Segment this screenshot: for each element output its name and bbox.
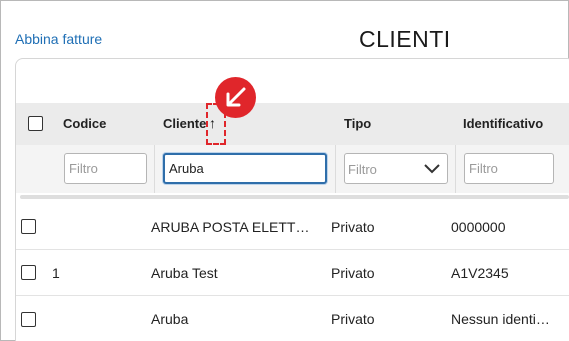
cell-tipo: Privato bbox=[331, 311, 375, 327]
arrow-down-left-icon bbox=[226, 87, 246, 107]
cell-tipo: Privato bbox=[331, 219, 375, 235]
cell-cliente: ARUBA POSTA ELETT… bbox=[151, 219, 310, 235]
abbina-fatture-link[interactable]: Abbina fatture bbox=[15, 31, 102, 47]
cell-cliente: Aruba bbox=[151, 311, 189, 327]
horizontal-scrollbar[interactable] bbox=[20, 195, 569, 199]
column-header-cliente[interactable]: Cliente bbox=[163, 116, 206, 131]
filter-codice-input[interactable] bbox=[64, 153, 147, 184]
filter-tipo-placeholder: Filtro bbox=[348, 162, 377, 177]
cell-identificativo: A1V2345 bbox=[451, 265, 509, 281]
row-checkbox[interactable] bbox=[21, 219, 36, 234]
cell-tipo: Privato bbox=[331, 265, 375, 281]
select-all-checkbox[interactable] bbox=[28, 116, 43, 131]
chevron-down-icon bbox=[424, 164, 440, 174]
row-checkbox[interactable] bbox=[21, 265, 36, 280]
row-divider bbox=[16, 249, 569, 250]
column-header-codice[interactable]: Codice bbox=[63, 116, 106, 131]
cell-identificativo: 0000000 bbox=[451, 219, 506, 235]
filter-cliente-input[interactable] bbox=[163, 153, 327, 184]
page-title: CLIENTI bbox=[359, 26, 451, 52]
column-header-identificativo[interactable]: Identificativo bbox=[463, 116, 543, 131]
column-divider bbox=[335, 145, 336, 193]
column-divider bbox=[154, 145, 155, 193]
cell-codice: 1 bbox=[52, 265, 60, 281]
column-divider bbox=[455, 145, 456, 193]
annotation-marker bbox=[215, 77, 256, 118]
cell-cliente: Aruba Test bbox=[151, 265, 218, 281]
row-divider bbox=[16, 295, 569, 296]
filter-identificativo-input[interactable] bbox=[464, 153, 554, 184]
clients-table-panel bbox=[15, 58, 569, 341]
column-header-tipo[interactable]: Tipo bbox=[344, 116, 371, 131]
cell-identificativo: Nessun identi… bbox=[451, 311, 550, 327]
row-checkbox[interactable] bbox=[21, 312, 36, 327]
filter-tipo-select[interactable]: Filtro bbox=[344, 153, 448, 184]
